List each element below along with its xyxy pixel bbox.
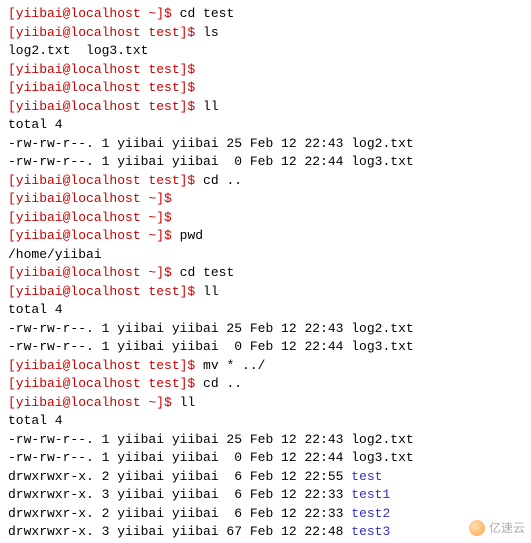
output-total: total 4 (8, 301, 523, 320)
dir-test2: test2 (351, 506, 390, 521)
output-dir-test: drwxrwxr-x. 2 yiibai yiibai 6 Feb 12 22:… (8, 469, 351, 484)
prompt-test: [yiibai@localhost test]$ (8, 358, 203, 373)
prompt-home: [yiibai@localhost ~]$ (8, 395, 180, 410)
cmd-cd-test: cd test (180, 265, 235, 280)
dir-test: test (351, 469, 382, 484)
cmd-cd-up: cd .. (203, 376, 242, 391)
cmd-ll: ll (203, 284, 219, 299)
dir-test3: test3 (351, 524, 390, 539)
output-ls: log2.txt log3.txt (8, 42, 523, 61)
prompt-home: [yiibai@localhost ~]$ (8, 210, 180, 225)
prompt-test: [yiibai@localhost test]$ (8, 173, 203, 188)
watermark: 亿速云 (469, 519, 525, 538)
output-pwd: /home/yiibai (8, 246, 523, 265)
output-file-log2: -rw-rw-r--. 1 yiibai yiibai 25 Feb 12 22… (8, 431, 523, 450)
dir-test1: test1 (351, 487, 390, 502)
prompt-home: [yiibai@localhost ~]$ (8, 265, 180, 280)
output-dir-test3: drwxrwxr-x. 3 yiibai yiibai 67 Feb 12 22… (8, 524, 351, 539)
output-file-log3: -rw-rw-r--. 1 yiibai yiibai 0 Feb 12 22:… (8, 153, 523, 172)
cmd-ls: ls (203, 25, 219, 40)
prompt-test: [yiibai@localhost test]$ (8, 62, 203, 77)
prompt-test: [yiibai@localhost test]$ (8, 80, 203, 95)
watermark-text: 亿速云 (489, 519, 525, 538)
output-file-log2: -rw-rw-r--. 1 yiibai yiibai 25 Feb 12 22… (8, 320, 523, 339)
cmd-cd-up: cd .. (203, 173, 242, 188)
prompt-home: [yiibai@localhost ~]$ (8, 228, 180, 243)
terminal-output: [yiibai@localhost ~]$ cd test [yiibai@lo… (8, 5, 523, 542)
cmd-pwd: pwd (180, 228, 203, 243)
prompt-test: [yiibai@localhost test]$ (8, 376, 203, 391)
cmd-ll: ll (180, 395, 196, 410)
output-total: total 4 (8, 412, 523, 431)
cmd-mv: mv * ../ (203, 358, 265, 373)
prompt-test: [yiibai@localhost test]$ (8, 25, 203, 40)
prompt-home: [yiibai@localhost ~]$ (8, 191, 180, 206)
cmd-cd-test: cd test (180, 6, 235, 21)
prompt-test: [yiibai@localhost test]$ (8, 284, 203, 299)
output-dir-test2: drwxrwxr-x. 2 yiibai yiibai 6 Feb 12 22:… (8, 506, 351, 521)
output-file-log2: -rw-rw-r--. 1 yiibai yiibai 25 Feb 12 22… (8, 135, 523, 154)
prompt-home: [yiibai@localhost ~]$ (8, 6, 180, 21)
output-dir-test1: drwxrwxr-x. 3 yiibai yiibai 6 Feb 12 22:… (8, 487, 351, 502)
logo-icon (469, 520, 485, 536)
output-total: total 4 (8, 116, 523, 135)
output-file-log3: -rw-rw-r--. 1 yiibai yiibai 0 Feb 12 22:… (8, 338, 523, 357)
output-file-log3: -rw-rw-r--. 1 yiibai yiibai 0 Feb 12 22:… (8, 449, 523, 468)
cmd-ll: ll (203, 99, 219, 114)
prompt-test: [yiibai@localhost test]$ (8, 99, 203, 114)
